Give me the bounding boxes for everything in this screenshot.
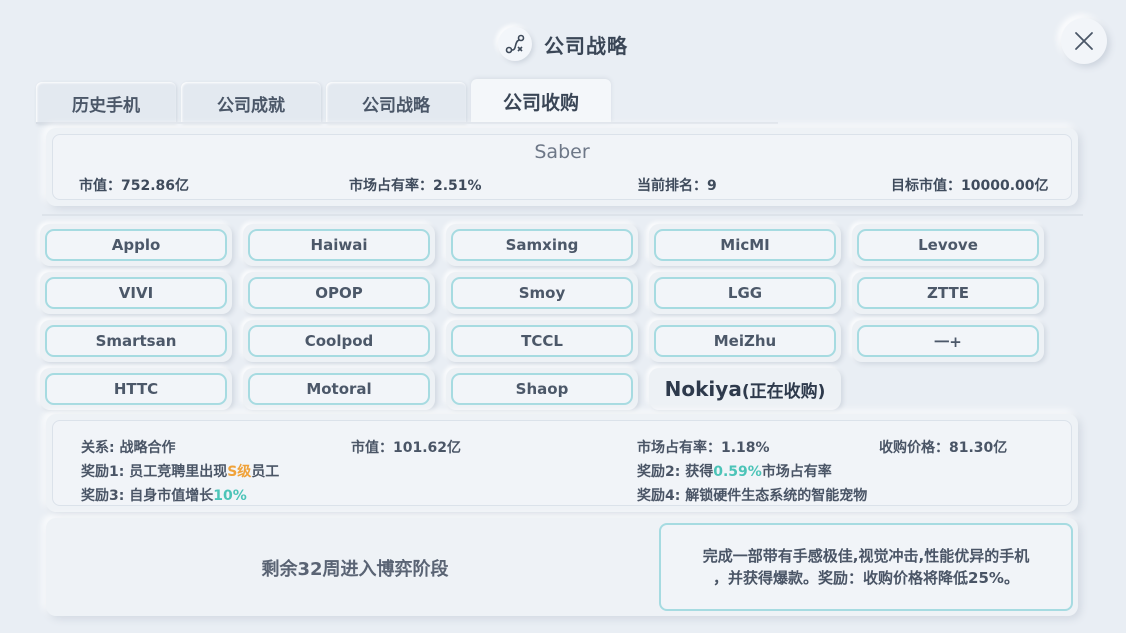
brand-label: TCCL: [451, 325, 633, 357]
brand-grid: Applo Haiwai Samxing MicMI Levove VIVI O…: [40, 224, 1050, 410]
reward-1-highlight: S级: [227, 464, 252, 480]
brand-label: Haiwai: [248, 229, 430, 261]
tab-underline: [36, 122, 778, 124]
brand-button-haiwai[interactable]: Haiwai: [243, 224, 435, 266]
brand-button-oneplus[interactable]: 一+: [852, 320, 1044, 362]
brand-button-motoral[interactable]: Motoral: [243, 368, 435, 410]
task-line-1: 完成一部带有手感极佳,视觉冲击,性能优异的手机: [702, 547, 1030, 565]
tab-achievements[interactable]: 公司成就: [181, 82, 321, 124]
reward-2: 奖励2: 获得0.59%市场占有率: [637, 464, 832, 480]
target-market-value: 市值：101.62亿: [351, 440, 462, 456]
brand-button-vivi[interactable]: VIVI: [40, 272, 232, 314]
brand-button-lgg[interactable]: LGG: [649, 272, 841, 314]
company-rank: 当前排名：9: [637, 178, 717, 194]
brand-label: MicMI: [654, 229, 836, 261]
page-header: 公司战略: [0, 22, 1126, 66]
company-summary-panel: Saber 市值：752.86亿 市场占有率：2.51% 当前排名：9 目标市值…: [46, 128, 1078, 206]
brand-button-ztte[interactable]: ZTTE: [852, 272, 1044, 314]
task-line-2: ，并获得爆款。奖励：收购价格将降低25%。: [713, 569, 1019, 587]
strategy-icon: [498, 27, 532, 61]
brand-label: VIVI: [45, 277, 227, 309]
company-name: Saber: [534, 141, 590, 163]
company-target-value: 目标市值：10000.00亿: [891, 178, 1049, 194]
target-relation: 关系: 战略合作: [81, 440, 176, 456]
brand-label: HTTC: [45, 373, 227, 405]
brand-label: Levove: [857, 229, 1039, 261]
section-divider: [42, 214, 1083, 216]
tab-bar: 历史手机 公司成就 公司战略 公司收购: [36, 79, 611, 124]
brand-label: LGG: [654, 277, 836, 309]
current-target-name: Nokiya: [664, 377, 742, 401]
reward-3-highlight: 10%: [213, 488, 247, 504]
tab-acquisition[interactable]: 公司收购: [471, 79, 611, 124]
brand-button-samxing[interactable]: Samxing: [446, 224, 638, 266]
current-target-status: (正在收购): [741, 381, 826, 402]
close-icon: [1075, 32, 1093, 50]
brand-button-coolpod[interactable]: Coolpod: [243, 320, 435, 362]
reward-1: 奖励1: 员工竞聘里出现S级员工: [81, 464, 280, 480]
brand-label: MeiZhu: [654, 325, 836, 357]
target-acquisition-price: 收购价格：81.30亿: [879, 440, 1008, 456]
target-market-share: 市场占有率：1.18%: [637, 440, 770, 456]
tab-strategy[interactable]: 公司战略: [326, 82, 466, 124]
brand-label: ZTTE: [857, 277, 1039, 309]
company-market-value: 市值：752.86亿: [79, 178, 190, 194]
brand-label: Shaop: [451, 373, 633, 405]
brand-button-opop[interactable]: OPOP: [243, 272, 435, 314]
brand-button-micmi[interactable]: MicMI: [649, 224, 841, 266]
brand-button-smoy[interactable]: Smoy: [446, 272, 638, 314]
reward-4: 奖励4: 解锁硬件生态系统的智能宠物: [637, 488, 868, 504]
brand-button-applo[interactable]: Applo: [40, 224, 232, 266]
brand-button-levove[interactable]: Levove: [852, 224, 1044, 266]
brand-label: Coolpod: [248, 325, 430, 357]
target-info-panel: 关系: 战略合作 市值：101.62亿 市场占有率：1.18% 收购价格：81.…: [46, 414, 1078, 512]
brand-label: 一+: [857, 325, 1039, 357]
brand-label: Smoy: [451, 277, 633, 309]
reward-3: 奖励3: 自身市值增长10%: [81, 488, 247, 504]
acquisition-task-card[interactable]: 完成一部带有手感极佳,视觉冲击,性能优异的手机 ，并获得爆款。奖励：收购价格将降…: [659, 523, 1073, 611]
brand-label: Samxing: [451, 229, 633, 261]
brand-label: Motoral: [248, 373, 430, 405]
tab-history-phones[interactable]: 历史手机: [36, 82, 176, 124]
brand-label: OPOP: [248, 277, 430, 309]
brand-label: Smartsan: [45, 325, 227, 357]
brand-button-tccl[interactable]: TCCL: [446, 320, 638, 362]
close-button[interactable]: [1061, 18, 1107, 64]
brand-button-shaop[interactable]: Shaop: [446, 368, 638, 410]
brand-button-httc[interactable]: HTTC: [40, 368, 232, 410]
countdown-text: 剩余32周进入博弈阶段: [261, 559, 449, 580]
brand-button-meizhu[interactable]: MeiZhu: [649, 320, 841, 362]
reward-2-highlight: 0.59%: [713, 464, 762, 480]
brand-button-smartsan[interactable]: Smartsan: [40, 320, 232, 362]
brand-label: Applo: [45, 229, 227, 261]
company-market-share: 市场占有率：2.51%: [349, 178, 482, 194]
page-title: 公司战略: [544, 33, 628, 58]
brand-button-nokiya-current[interactable]: Nokiya (正在收购): [649, 368, 841, 410]
